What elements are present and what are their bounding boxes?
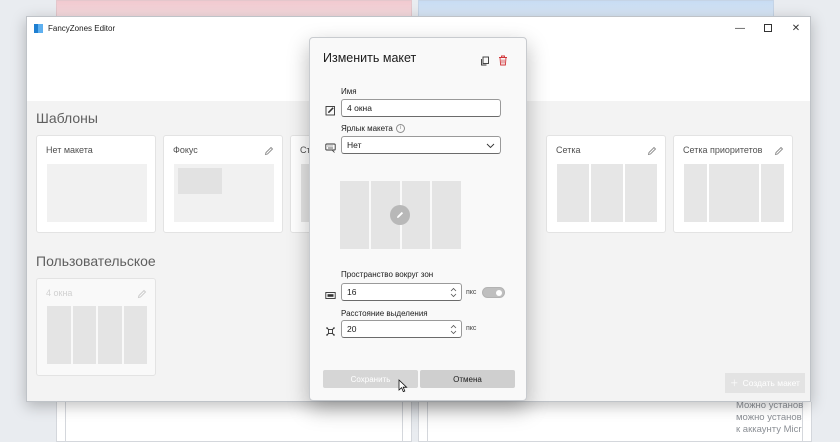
- spacing-unit: пкс: [466, 289, 477, 296]
- maximize-button[interactable]: [754, 17, 782, 39]
- rename-icon: [325, 103, 336, 116]
- card-label: 4 окна: [46, 288, 73, 298]
- sensitivity-label: Расстояние выделения: [341, 309, 428, 318]
- close-icon: ✕: [791, 22, 801, 34]
- delete-icon[interactable]: [498, 53, 508, 66]
- name-label: Имя: [341, 87, 357, 96]
- custom-section-title: Пользовательское: [36, 253, 156, 269]
- card-preview: [47, 306, 147, 364]
- zone: [98, 306, 122, 364]
- create-layout-label: Создать макет: [742, 378, 800, 388]
- template-card-no-layout[interactable]: Нет макета: [36, 135, 156, 233]
- plus-icon: ＋: [730, 378, 739, 388]
- toggle-knob: [496, 290, 502, 296]
- card-preview: [174, 164, 274, 222]
- zone: [47, 306, 71, 364]
- background-text-line: к аккаунту Micr: [736, 424, 802, 435]
- pencil-icon[interactable]: [264, 143, 274, 156]
- zone: [557, 164, 589, 222]
- fancyzones-app-icon: [34, 23, 43, 33]
- layout-zone: [432, 181, 461, 249]
- spin-button-icon[interactable]: [450, 324, 457, 335]
- shortcut-label: Ярлык макета: [341, 124, 393, 133]
- sensitivity-unit: пкс: [466, 325, 477, 332]
- background-text: Можно установ можно установ к аккаунту M…: [736, 400, 836, 436]
- pencil-icon: [397, 211, 404, 218]
- copy-icon[interactable]: [480, 53, 490, 66]
- save-button-label: Сохранить: [350, 374, 391, 384]
- maximize-icon: [764, 24, 772, 32]
- highlight-distance-icon: [325, 324, 336, 336]
- card-preview: [684, 164, 784, 222]
- pencil-icon[interactable]: [137, 286, 147, 299]
- background-text-line: можно установ: [736, 412, 802, 423]
- window-title: FancyZones Editor: [48, 23, 116, 33]
- zone: [684, 164, 707, 222]
- zone: [708, 164, 760, 222]
- keyboard-icon: [325, 140, 336, 153]
- sensitivity-value: 20: [347, 324, 357, 334]
- focus-zone: [178, 168, 222, 194]
- edit-layout-dialog: Изменить макет Имя 4 окна Ярлык макета i…: [309, 37, 527, 401]
- spacing-icon: [325, 288, 336, 299]
- card-label: Фокус: [173, 145, 198, 155]
- create-layout-button[interactable]: ＋ Создать макет: [725, 373, 805, 393]
- pencil-icon[interactable]: [647, 143, 657, 156]
- info-icon[interactable]: i: [396, 124, 405, 133]
- background-window-left-bottom: [56, 402, 412, 442]
- cancel-button[interactable]: Отмена: [420, 370, 515, 388]
- close-button[interactable]: ✕: [782, 17, 810, 39]
- cancel-button-label: Отмена: [453, 374, 482, 384]
- card-label: Сетка: [556, 145, 581, 155]
- zone: [123, 306, 147, 364]
- card-label: Сетка приоритетов: [683, 145, 763, 155]
- card-preview: [47, 164, 147, 222]
- templates-section-title: Шаблоны: [36, 110, 98, 126]
- title-bar: FancyZones Editor — ✕: [27, 17, 810, 39]
- card-label: Нет макета: [46, 145, 93, 155]
- name-input[interactable]: 4 окна: [341, 99, 501, 117]
- edit-zones-button[interactable]: [390, 205, 410, 225]
- card-preview: [557, 164, 657, 222]
- sensitivity-input[interactable]: 20: [341, 320, 462, 338]
- minimize-button[interactable]: —: [726, 17, 754, 39]
- shortcut-value: Нет: [347, 140, 362, 150]
- chevron-down-icon: [486, 141, 495, 150]
- zone: [72, 306, 96, 364]
- template-card-grid[interactable]: Сетка: [546, 135, 666, 233]
- spin-button-icon[interactable]: [450, 287, 457, 298]
- mouse-cursor-icon: [398, 379, 408, 393]
- layout-zone: [340, 181, 369, 249]
- zone: [761, 164, 784, 222]
- zone: [625, 164, 657, 222]
- template-card-priority-grid[interactable]: Сетка приоритетов: [673, 135, 793, 233]
- dialog-title: Изменить макет: [323, 51, 417, 65]
- custom-layout-card[interactable]: 4 окна: [36, 278, 156, 376]
- zone: [591, 164, 623, 222]
- minimize-icon: —: [735, 22, 745, 34]
- template-card-focus[interactable]: Фокус: [163, 135, 283, 233]
- name-input-value: 4 окна: [347, 103, 372, 113]
- spacing-value: 16: [347, 287, 357, 297]
- spacing-label: Пространство вокруг зон: [341, 270, 434, 279]
- pencil-icon[interactable]: [774, 143, 784, 156]
- spacing-input[interactable]: 16: [341, 283, 462, 301]
- shortcut-dropdown[interactable]: Нет: [341, 136, 501, 154]
- spacing-toggle[interactable]: [482, 287, 505, 298]
